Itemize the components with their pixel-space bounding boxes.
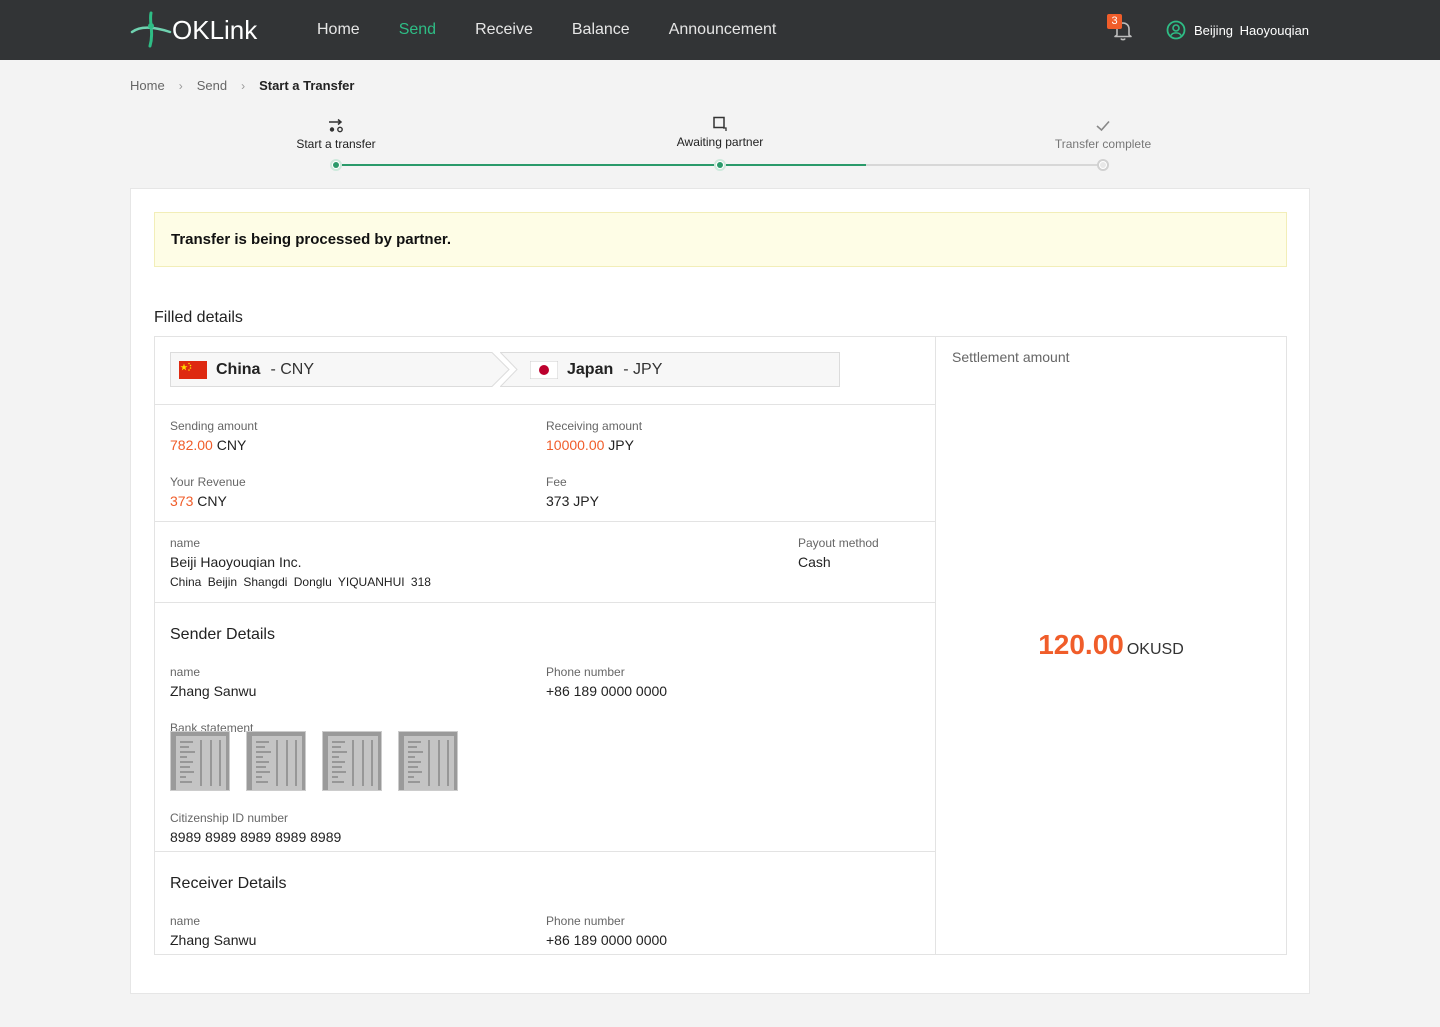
from-country-name: China (216, 360, 261, 378)
receiving-amount-value: 10000.00 (546, 437, 605, 453)
nav-send[interactable]: Send (399, 21, 436, 39)
receiver-name-label: name (170, 914, 201, 928)
china-flag-icon (179, 360, 207, 379)
bank-statement-thumb[interactable] (246, 731, 306, 791)
amounts-block: Sending amount 782.00 CNY Receiving amou… (155, 405, 935, 522)
chevron-right-icon: › (178, 78, 183, 93)
user-menu[interactable]: Beijing Haoyouqian (1166, 20, 1309, 40)
settlement-unit: OKUSD (1126, 641, 1184, 658)
nav-home[interactable]: Home (317, 21, 360, 39)
sending-amount-unit: CNY (216, 437, 247, 453)
sending-amount-value: 782.00 (170, 437, 213, 453)
sender-details-title: Sender Details (170, 626, 275, 643)
step-dot-3 (1097, 159, 1109, 171)
sender-name-label: name (170, 665, 201, 679)
receiver-details: Receiver Details name Zhang Sanwu Phone … (155, 852, 935, 954)
sending-amount: 782.00 CNY (170, 437, 246, 453)
bank-statement-thumb[interactable] (170, 731, 230, 791)
document-image (171, 732, 229, 790)
logo-text: OKLink (172, 14, 258, 45)
sender-phone-label: Phone number (546, 665, 625, 679)
step-awaiting-partner: Awaiting partner (640, 116, 800, 149)
revenue-value: 373 (170, 493, 194, 509)
sending-amount-label: Sending amount (170, 419, 258, 433)
bank-statement-thumb[interactable] (322, 731, 382, 791)
oklink-logo[interactable]: OKLink (130, 10, 257, 50)
breadcrumb: Home › Send › Start a Transfer (130, 78, 354, 93)
nav-balance[interactable]: Balance (572, 21, 630, 39)
receiver-name: Zhang Sanwu (170, 932, 257, 948)
breadcrumb-home[interactable]: Home (130, 78, 165, 93)
breadcrumb-current: Start a Transfer (259, 78, 355, 93)
settlement-amount: 120.00 OKUSD (936, 629, 1286, 661)
nav-announcement[interactable]: Announcement (669, 21, 777, 39)
settlement-label: Settlement amount (952, 349, 1070, 365)
currency-corridor: China - CNY Japan - JPY (155, 337, 935, 405)
user-avatar-icon (1166, 20, 1186, 40)
oklink-logo-icon (130, 11, 172, 48)
notification-badge: 3 (1107, 14, 1122, 29)
user-name: Beijing Haoyouqian (1194, 22, 1310, 38)
document-image (323, 732, 381, 790)
partner-block: name Beiji Haoyouqian Inc. China Beijin … (155, 522, 935, 603)
hourglass-icon (713, 116, 727, 131)
sender-phone: +86 189 0000 0000 (546, 683, 668, 699)
receiver-phone: +86 189 0000 0000 (546, 932, 668, 948)
document-image (247, 732, 305, 790)
from-country: China - CNY (170, 352, 510, 387)
step-label-1: Start a transfer (296, 137, 376, 151)
step-transfer-complete: Transfer complete (1023, 118, 1183, 151)
document-image (399, 732, 457, 790)
step-label-3: Transfer complete (1054, 137, 1152, 151)
progress-stepper: Start a transfer Awaiting partner Transf… (0, 110, 1440, 180)
nav-receive[interactable]: Receive (475, 21, 533, 39)
settlement-value: 120.00 (1038, 629, 1124, 660)
receiver-details-title: Receiver Details (170, 875, 287, 892)
sender-details: Sender Details name Zhang Sanwu Phone nu… (155, 603, 935, 852)
fee-label: Fee (546, 475, 567, 489)
main-nav: Home Send Receive Balance Announcement (317, 0, 815, 60)
step-dot-1 (330, 159, 342, 171)
bank-statement-thumbnails (170, 731, 470, 793)
chevron-right-icon: › (241, 78, 246, 93)
to-country: Japan - JPY (500, 352, 840, 387)
payout-method: Cash (798, 554, 831, 570)
step-start-transfer: Start a transfer (256, 118, 416, 151)
details-left: China - CNY Japan - JPY Sending amount 7… (155, 337, 936, 954)
section-title: Filled details (154, 309, 243, 326)
revenue-unit: CNY (197, 493, 227, 509)
details-panel: China - CNY Japan - JPY Sending amount 7… (154, 336, 1287, 955)
status-notice: Transfer is being processed by partner. (154, 212, 1287, 267)
fee-value: 373 JPY (546, 493, 599, 509)
bank-statement-thumb[interactable] (398, 731, 458, 791)
receiving-amount-label: Receiving amount (546, 419, 643, 433)
breadcrumb-send[interactable]: Send (197, 78, 227, 93)
step-label-2: Awaiting partner (676, 135, 764, 149)
revenue: 373 CNY (170, 493, 227, 509)
receiving-amount-unit: JPY (608, 437, 634, 453)
partner-address: China Beijin Shangdi Donglu YIQUANHUI 31… (170, 575, 431, 589)
partner-name: Beiji Haoyouqian Inc. (170, 554, 302, 570)
step-dot-2 (714, 159, 726, 171)
receiving-amount: 10000.00 JPY (546, 437, 634, 453)
check-icon (1096, 120, 1110, 132)
japan-flag-icon (530, 360, 558, 379)
citizenship-id-label: Citizenship ID number (170, 811, 289, 825)
revenue-label: Your Revenue (170, 475, 246, 489)
transfer-card: Transfer is being processed by partner. … (130, 188, 1310, 994)
payout-method-label: Payout method (798, 536, 879, 550)
partner-name-label: name (170, 536, 201, 550)
to-country-name: Japan (567, 360, 614, 378)
from-currency: - CNY (270, 360, 315, 378)
top-navbar: OKLink Home Send Receive Balance Announc… (0, 0, 1440, 60)
transfer-icon (329, 118, 343, 133)
receiver-phone-label: Phone number (546, 914, 625, 928)
stepper-track-done (336, 164, 866, 166)
settlement-panel: Settlement amount 120.00 OKUSD (936, 337, 1286, 954)
to-currency: - JPY (623, 360, 663, 378)
stepper-track-todo (866, 164, 1103, 166)
citizenship-id: 8989 8989 8989 8989 8989 (170, 829, 342, 845)
sender-name: Zhang Sanwu (170, 683, 257, 699)
